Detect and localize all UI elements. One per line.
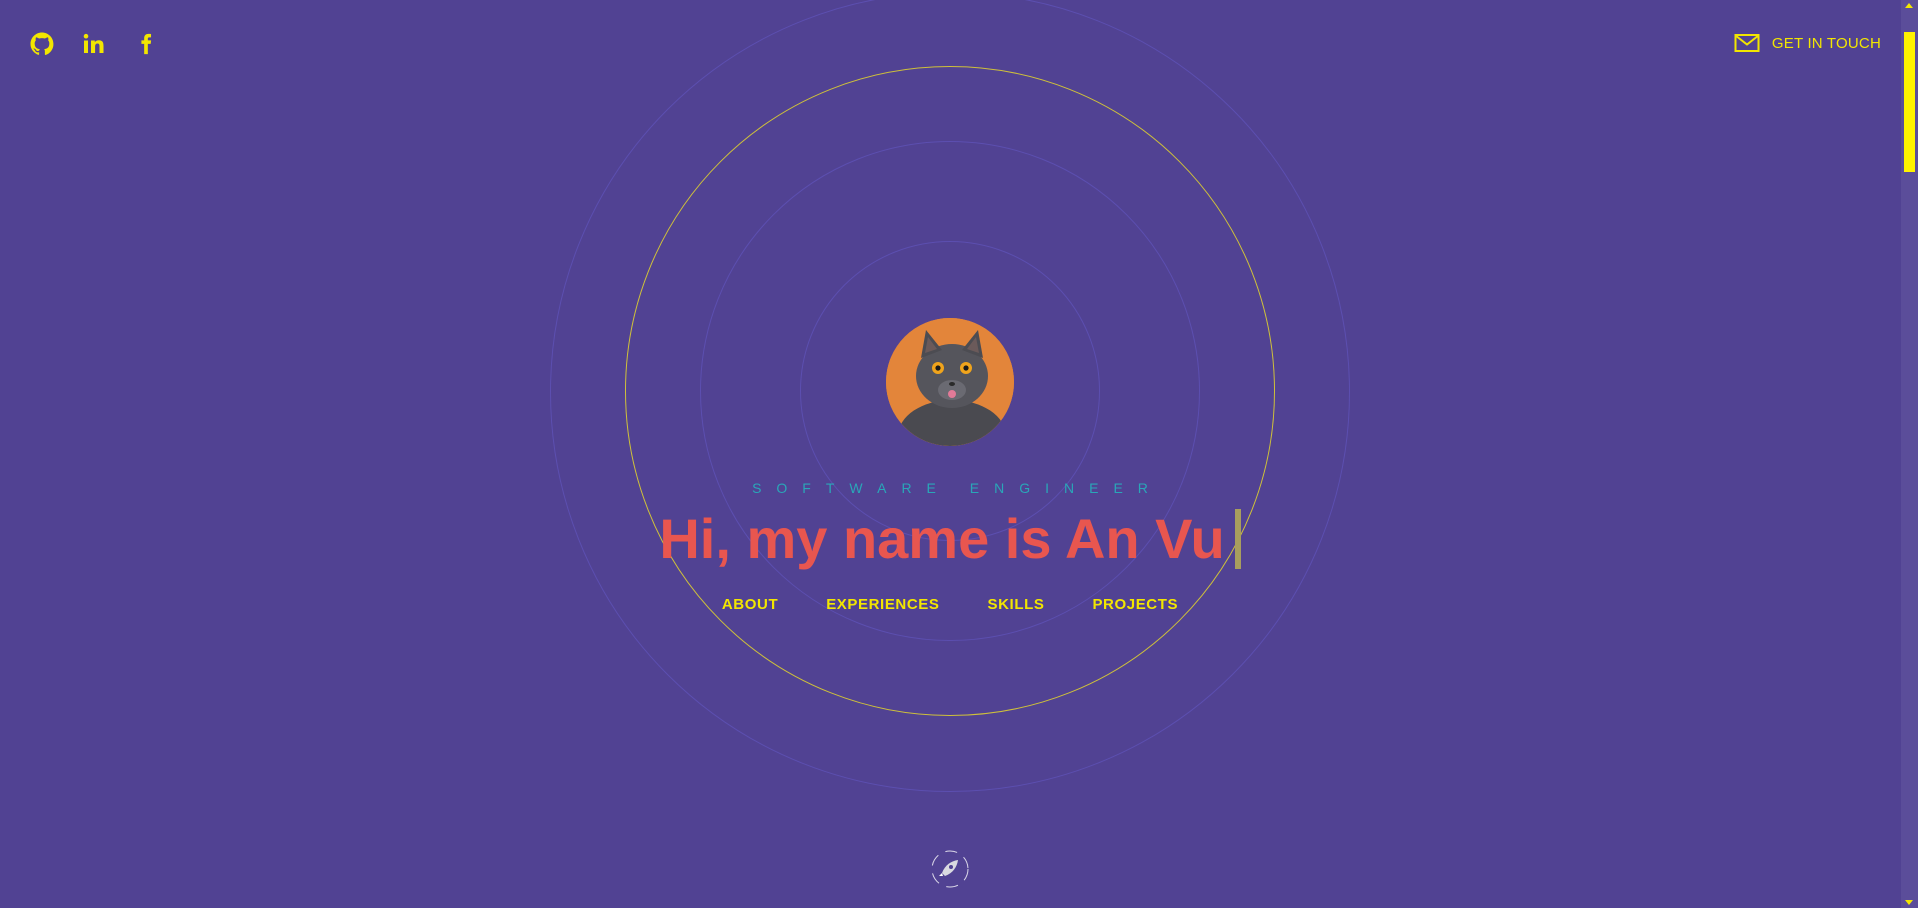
facebook-link[interactable] [132,30,160,58]
get-in-touch-button[interactable]: GET IN TOUCH [1734,33,1881,53]
scrollbar-thumb[interactable] [1904,32,1915,172]
page: GET IN TOUCH SOFTWARE ENGINEER Hi, my na… [0,0,1918,908]
rocket-icon [931,850,969,888]
mail-icon [1734,34,1760,52]
facebook-icon [141,33,152,55]
github-icon [30,32,54,55]
scroll-up-arrow-icon[interactable] [1905,3,1913,8]
scroll-down-arrow-icon[interactable] [1905,900,1913,905]
avatar [886,318,1014,446]
job-title: SOFTWARE ENGINEER [752,480,1163,496]
get-in-touch-label: GET IN TOUCH [1771,34,1881,52]
section-nav: ABOUT EXPERIENCES SKILLS PROJECTS [0,596,1900,613]
scroll-down-indicator[interactable] [930,849,970,889]
headline: Hi, my name is An Vu [659,505,1241,573]
linkedin-link[interactable] [80,30,108,58]
typing-caret [1234,509,1241,569]
nav-about[interactable]: ABOUT [722,596,778,613]
nav-projects[interactable]: PROJECTS [1092,596,1178,613]
cat-avatar-image [886,318,1014,446]
github-link[interactable] [28,30,56,58]
headline-container: Hi, my name is An Vu [0,505,1900,573]
social-links [28,30,160,58]
nav-experiences[interactable]: EXPERIENCES [826,596,939,613]
linkedin-icon [83,33,104,53]
headline-text: Hi, my name is An Vu [659,507,1225,570]
vertical-scrollbar[interactable] [1901,0,1918,908]
nav-skills[interactable]: SKILLS [988,596,1045,613]
